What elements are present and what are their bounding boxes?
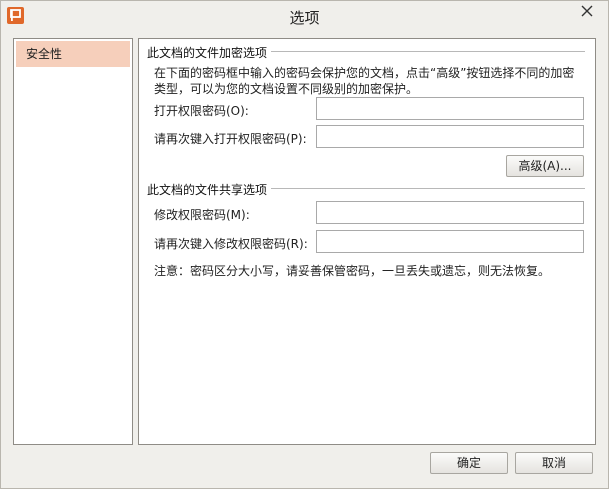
- modify-password-label: 修改权限密码(M):: [154, 208, 250, 222]
- open-password-label: 打开权限密码(O):: [154, 104, 249, 118]
- sharing-section-title: 此文档的文件共享选项: [147, 181, 272, 198]
- modify-password-input[interactable]: [316, 201, 584, 224]
- category-list: 安全性: [13, 38, 133, 445]
- confirm-modify-password-input[interactable]: [316, 230, 584, 253]
- encryption-section-title: 此文档的文件加密选项: [147, 44, 272, 61]
- confirm-open-password-input[interactable]: [316, 125, 584, 148]
- options-dialog: 选项 安全性 此文档的文件加密选项 在下面的密码框中输入的密码会保护您的文档，点…: [0, 0, 609, 489]
- confirm-open-password-label: 请再次键入打开权限密码(P):: [154, 132, 307, 146]
- ok-button[interactable]: 确定: [430, 452, 508, 474]
- cancel-button[interactable]: 取消: [515, 452, 593, 474]
- sidebar-item-security[interactable]: 安全性: [16, 41, 130, 67]
- close-icon: [581, 5, 593, 17]
- advanced-button[interactable]: 高级(A)...: [506, 155, 584, 177]
- password-note: 注意：密码区分大小写，请妥善保管密码，一旦丢失或遗忘，则无法恢复。: [154, 264, 551, 278]
- confirm-modify-password-label: 请再次键入修改权限密码(R):: [154, 237, 308, 251]
- encryption-description: 在下面的密码框中输入的密码会保护您的文档，点击“高级”按钮选择不同的加密类型，可…: [154, 66, 575, 96]
- open-password-input[interactable]: [316, 97, 584, 120]
- title-bar[interactable]: 选项: [1, 1, 608, 31]
- dialog-title: 选项: [289, 9, 320, 27]
- security-panel: 此文档的文件加密选项 在下面的密码框中输入的密码会保护您的文档，点击“高级”按钮…: [138, 38, 596, 445]
- close-button[interactable]: [570, 1, 604, 21]
